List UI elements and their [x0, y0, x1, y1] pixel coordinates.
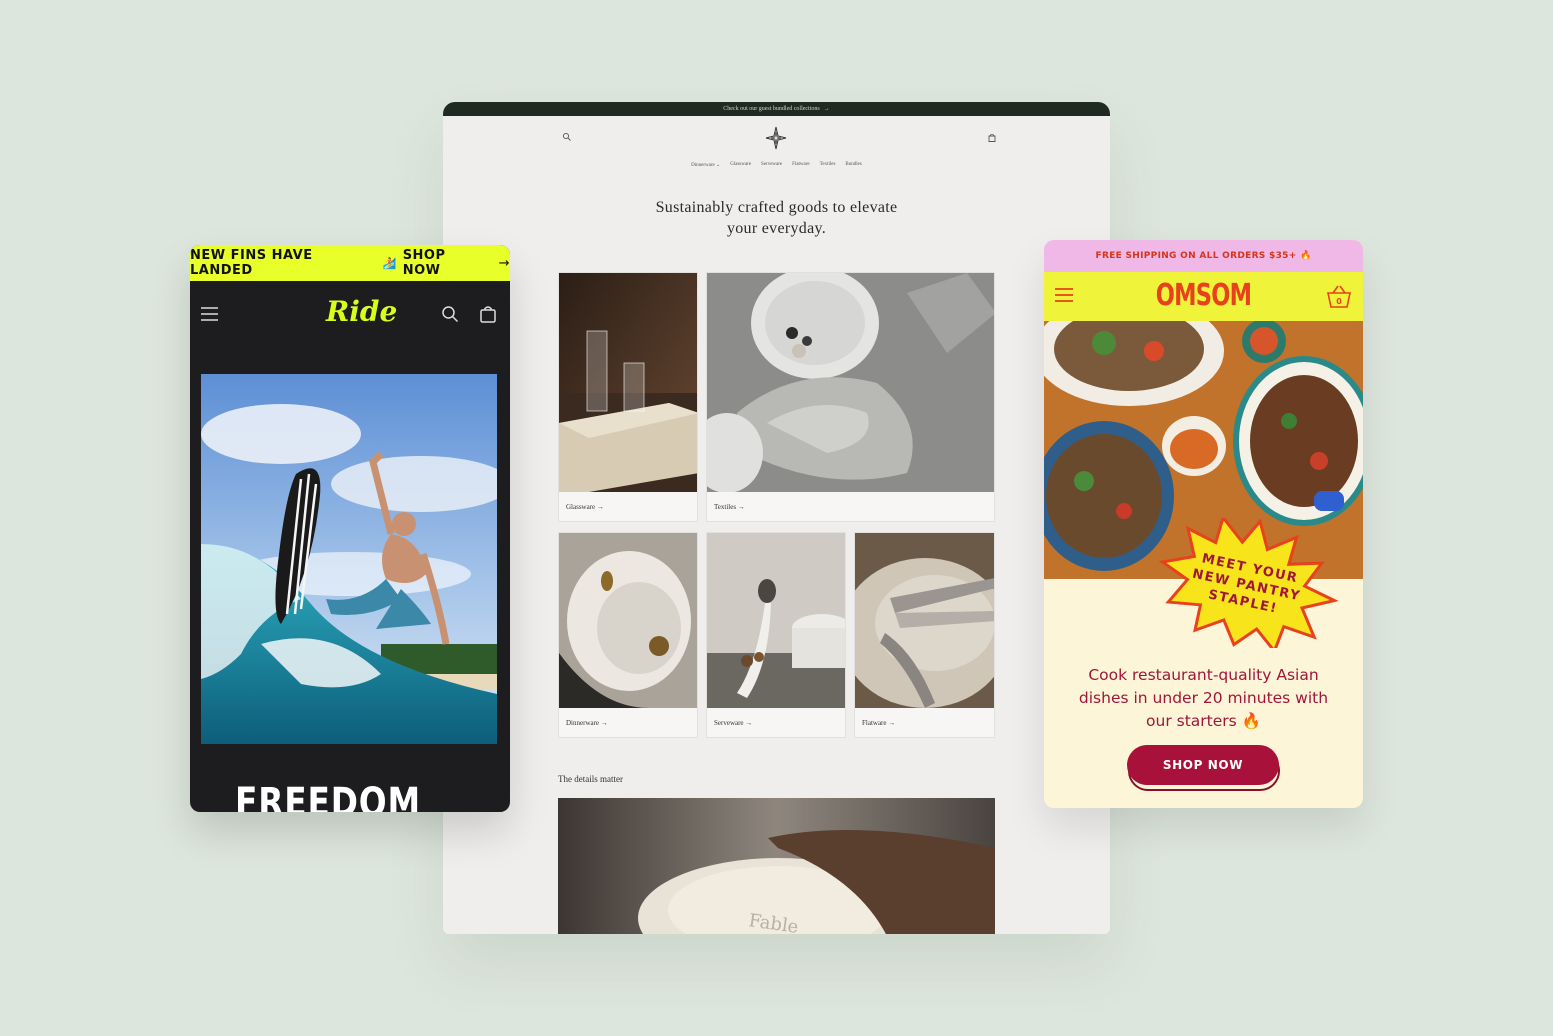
nav-bundles[interactable]: Bundles: [845, 162, 861, 168]
collection-card-serveware[interactable]: Serveware →: [706, 532, 846, 738]
collection-label: Glassware →: [566, 503, 604, 511]
collection-card-glassware[interactable]: Glassware →: [558, 272, 698, 522]
cart-icon[interactable]: [479, 305, 497, 323]
collection-label: Serveware →: [714, 719, 753, 727]
nav-glassware[interactable]: Glassware: [730, 162, 751, 168]
hero-line-2: your everyday.: [726, 220, 827, 237]
shipping-banner: FREE SHIPPING ON ALL ORDERS $35+ 🔥: [1044, 240, 1363, 272]
cart-count: 0: [1336, 297, 1342, 306]
basket-icon[interactable]: 0: [1325, 283, 1353, 309]
nav-textiles[interactable]: Textiles: [820, 162, 836, 168]
hero-line-1: Sustainably crafted goods to elevate: [655, 199, 898, 216]
promo-banner[interactable]: NEW FINS HAVE LANDED 🏄 SHOP NOW →: [190, 245, 510, 281]
collection-card-dinnerware[interactable]: Dinnerware →: [558, 532, 698, 738]
nav-dinnerware[interactable]: Dinnerware ⌄: [691, 162, 720, 168]
collection-card-textiles[interactable]: Textiles →: [706, 272, 995, 522]
collection-label: Dinnerware →: [566, 719, 608, 727]
nav-flatware[interactable]: Flatware: [792, 162, 810, 168]
details-heading: The details matter: [558, 774, 623, 784]
ride-header: Ride: [190, 281, 510, 337]
omsom-logo[interactable]: OMSOM: [1084, 278, 1323, 313]
promo-shop-link[interactable]: SHOP NOW: [403, 248, 487, 278]
serveware-image: [707, 533, 845, 708]
announcement-bar[interactable]: Check out our guest bundled collections …: [443, 102, 1110, 116]
main-nav: Dinnerware ⌄ Glassware Serveware Flatwar…: [443, 162, 1110, 168]
shop-now-button[interactable]: SHOP NOW: [1127, 745, 1281, 791]
collection-card-flatware[interactable]: Flatware →: [854, 532, 995, 738]
details-image: Fable: [558, 798, 995, 934]
dinnerware-image: [559, 533, 697, 708]
hero-heading: Sustainably crafted goods to elevate you…: [443, 197, 1110, 239]
nav-serveware[interactable]: Serveware: [761, 162, 782, 168]
collection-label: Flatware →: [862, 719, 896, 727]
menu-icon[interactable]: [1055, 288, 1073, 302]
promo-text: NEW FINS HAVE LANDED: [190, 248, 313, 278]
cart-icon[interactable]: [987, 133, 997, 143]
omsom-header: OMSOM 0: [1044, 272, 1363, 321]
omsom-mobile-preview: FREE SHIPPING ON ALL ORDERS $35+ 🔥 OMSOM…: [1044, 240, 1363, 808]
arrow-right-icon: →: [823, 106, 830, 112]
fable-header: Dinnerware ⌄ Glassware Serveware Flatwar…: [443, 116, 1110, 178]
shop-now-label: SHOP NOW: [1127, 745, 1279, 785]
menu-icon[interactable]: [201, 307, 218, 321]
fable-desktop-preview: Check out our guest bundled collections …: [443, 102, 1110, 934]
announcement-text: Check out our guest bundled collections: [723, 106, 820, 112]
collection-label: Textiles →: [714, 503, 745, 511]
ride-mobile-preview: NEW FINS HAVE LANDED 🏄 SHOP NOW → Ride F…: [190, 245, 510, 812]
star-logo-icon[interactable]: [765, 126, 787, 150]
arrow-right-icon: →: [498, 255, 510, 271]
flatware-image: [855, 533, 994, 708]
promo-starburst: MEET YOUR NEW PANTRY STAPLE!: [1158, 518, 1338, 648]
omsom-tagline: Cook restaurant-quality Asian dishes in …: [1078, 666, 1329, 730]
search-icon[interactable]: [562, 132, 572, 142]
surfer-emoji-icon: 🏄: [382, 256, 397, 270]
hero-headline: FREEDOM: [235, 780, 421, 812]
textiles-image: [707, 273, 994, 492]
ride-logo[interactable]: Ride: [326, 295, 397, 328]
surfer-hero-image: [201, 374, 497, 744]
search-icon[interactable]: [441, 305, 459, 323]
glassware-image: [559, 273, 697, 492]
